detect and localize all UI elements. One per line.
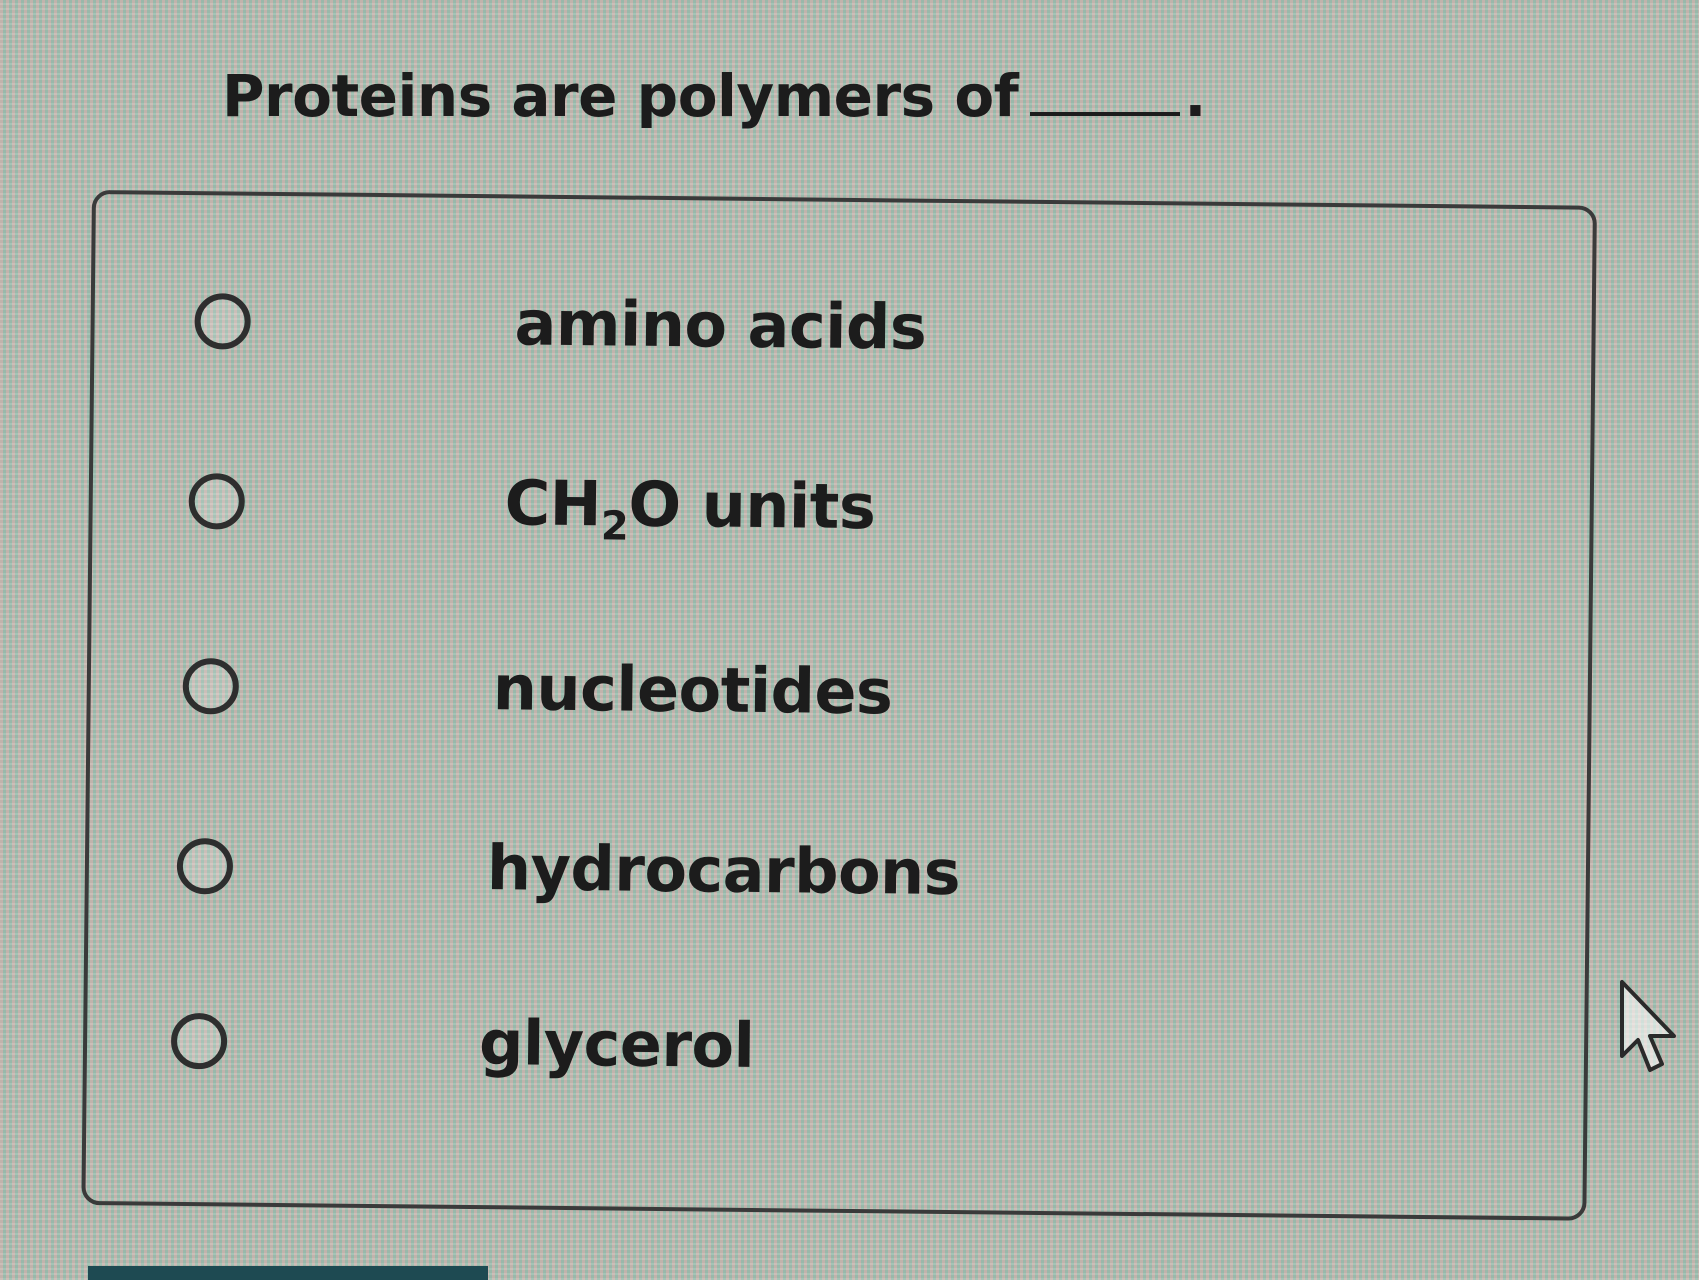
radio-button[interactable] bbox=[170, 1012, 228, 1070]
option-label-subscript: 2 bbox=[600, 503, 629, 550]
option-label: amino acids bbox=[514, 286, 927, 364]
radio-button[interactable] bbox=[194, 293, 251, 350]
answer-options-box: amino acids CH2O units nucleotides hydro… bbox=[81, 190, 1597, 1221]
option-glycerol[interactable]: glycerol bbox=[86, 984, 1584, 1120]
question-text: Proteins are polymers of bbox=[222, 62, 1019, 130]
option-nucleotides[interactable]: nucleotides bbox=[90, 629, 1588, 765]
answer-blank bbox=[1030, 64, 1181, 116]
question-prompt: Proteins are polymers of. bbox=[222, 62, 1206, 130]
option-label-prefix: CH bbox=[504, 466, 602, 541]
option-amino-acids[interactable]: amino acids bbox=[94, 264, 1592, 400]
radio-button[interactable] bbox=[182, 657, 240, 715]
option-label: CH2O units bbox=[504, 466, 875, 552]
bottom-edge-bar bbox=[88, 1266, 488, 1280]
question-period: . bbox=[1184, 62, 1206, 130]
option-label: hydrocarbons bbox=[486, 831, 961, 910]
mouse-pointer-icon bbox=[1620, 980, 1676, 1072]
option-label-suffix: O units bbox=[628, 467, 876, 544]
radio-button[interactable] bbox=[176, 837, 234, 895]
option-ch2o-units[interactable]: CH2O units bbox=[92, 444, 1590, 580]
option-label: glycerol bbox=[478, 1006, 755, 1082]
radio-button[interactable] bbox=[188, 473, 246, 530]
option-hydrocarbons[interactable]: hydrocarbons bbox=[88, 809, 1586, 945]
option-label: nucleotides bbox=[492, 651, 893, 729]
